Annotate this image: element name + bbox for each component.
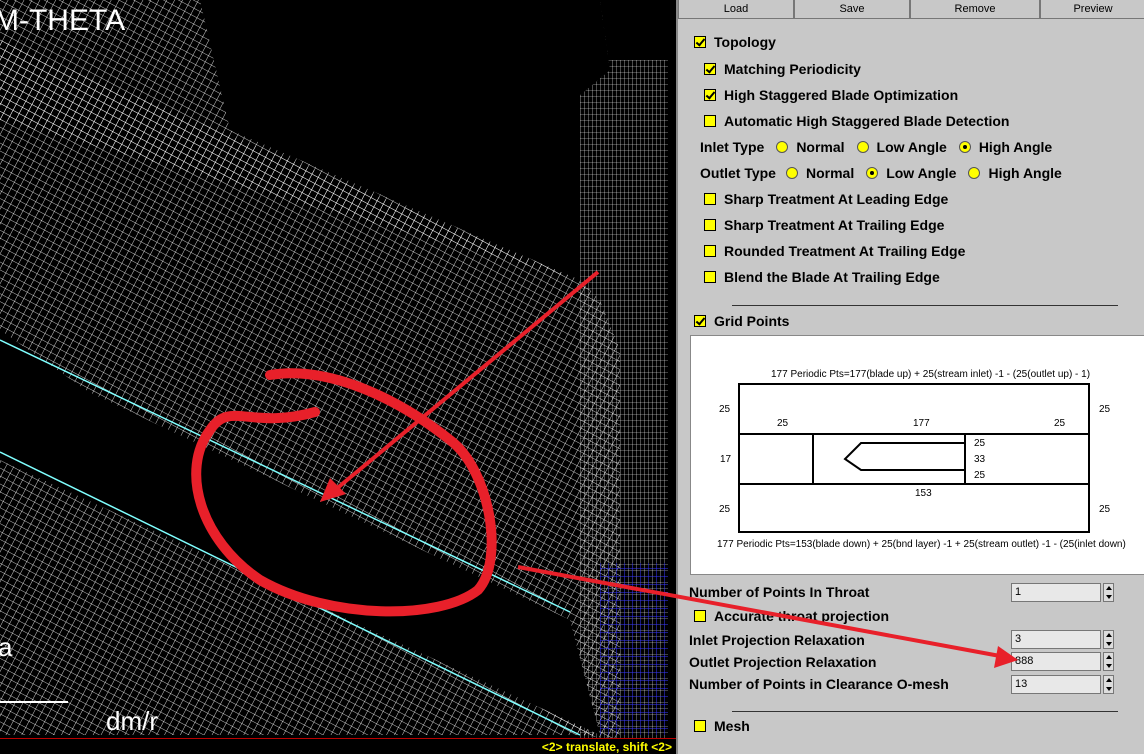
matching-periodicity-label: Matching Periodicity — [724, 61, 861, 77]
diagram-label: 25 — [777, 418, 789, 429]
rounded-te-checkbox[interactable] — [704, 245, 716, 257]
outlet-normal-radio[interactable] — [785, 167, 798, 179]
outlet-low-radio[interactable] — [866, 167, 879, 179]
topology-checkbox-row[interactable]: Topology — [694, 34, 776, 50]
outlet-normal-label: Normal — [805, 165, 855, 181]
mesh-blue-region — [600, 563, 668, 735]
diagram-top-caption: 177 Periodic Pts=177(blade up) + 25(stre… — [771, 369, 1091, 380]
clearance-omesh-input[interactable]: 13 — [1011, 675, 1101, 694]
grid-points-row[interactable]: Grid Points — [694, 313, 789, 329]
inlet-relaxation-input[interactable]: 3 — [1011, 630, 1101, 649]
diagram-label: 177 — [913, 418, 930, 429]
mesh-viewport[interactable]: M-THETA a dm/r — [0, 0, 668, 754]
status-text: <2> translate, shift <2> — [541, 740, 672, 754]
auto-high-staggered-row[interactable]: Automatic High Staggered Blade Detection — [704, 113, 1009, 129]
mesh-canvas[interactable] — [0, 0, 668, 754]
outlet-relaxation-stepper[interactable] — [1103, 652, 1114, 671]
grid-points-checkbox[interactable] — [694, 315, 706, 327]
mesh-settings-panel: Load Save Remove Preview Topology Matchi… — [676, 0, 1144, 754]
inlet-low-label: Low Angle — [876, 139, 947, 155]
diagram-label: 25 — [974, 470, 986, 481]
sharp-le-row[interactable]: Sharp Treatment At Leading Edge — [704, 191, 948, 207]
diagram-label: 25 — [974, 438, 986, 449]
divider — [732, 711, 1118, 712]
auto-high-staggered-checkbox[interactable] — [704, 115, 716, 127]
outlet-high-radio[interactable] — [968, 167, 981, 179]
auto-high-staggered-label: Automatic High Staggered Blade Detection — [724, 113, 1010, 129]
matching-periodicity-row[interactable]: Matching Periodicity — [704, 61, 861, 77]
rounded-te-label: Rounded Treatment At Trailing Edge — [724, 243, 966, 259]
mesh-checkbox[interactable] — [694, 720, 706, 732]
preview-button[interactable]: Preview — [1040, 0, 1144, 19]
outlet-type-label: Outlet Type — [700, 165, 776, 181]
blend-te-checkbox[interactable] — [704, 271, 716, 283]
inlet-high-radio[interactable] — [958, 141, 971, 153]
accurate-throat-label: Accurate throat projection — [714, 608, 890, 624]
rounded-te-row[interactable]: Rounded Treatment At Trailing Edge — [704, 243, 965, 259]
viewport-left-label: a — [0, 632, 13, 662]
diagram-label: 17 — [720, 454, 732, 465]
inlet-relaxation-stepper[interactable] — [1103, 630, 1114, 649]
outlet-relaxation-input[interactable]: 888 — [1011, 652, 1101, 671]
mesh-label: Mesh — [714, 718, 750, 734]
accurate-throat-checkbox[interactable] — [694, 610, 706, 622]
axis-label: dm/r — [106, 706, 158, 736]
blend-te-row[interactable]: Blend the Blade At Trailing Edge — [704, 269, 940, 285]
inlet-type-label: Inlet Type — [700, 139, 765, 155]
save-button[interactable]: Save — [794, 0, 910, 19]
inlet-low-radio[interactable] — [856, 141, 869, 153]
remove-button[interactable]: Remove — [910, 0, 1040, 19]
status-bar: <2> translate, shift <2> — [0, 738, 676, 754]
load-button[interactable]: Load — [678, 0, 794, 19]
sharp-le-checkbox[interactable] — [704, 193, 716, 205]
diagram-label: 25 — [1099, 404, 1111, 415]
sharp-te-row[interactable]: Sharp Treatment At Trailing Edge — [704, 217, 944, 233]
inlet-normal-radio[interactable] — [776, 141, 789, 153]
topology-label: Topology — [714, 34, 776, 50]
sharp-te-label: Sharp Treatment At Trailing Edge — [724, 217, 945, 233]
divider — [732, 305, 1118, 306]
viewport-title: M-THETA — [0, 4, 126, 37]
throat-points-stepper[interactable] — [1103, 583, 1114, 602]
throat-points-label: Number of Points In Throat — [689, 584, 870, 600]
outlet-low-label: Low Angle — [886, 165, 957, 181]
outlet-relaxation-label: Outlet Projection Relaxation — [689, 654, 877, 670]
diagram-label: 25 — [719, 504, 731, 515]
outlet-type-row: Outlet Type Normal Low Angle High Angle — [700, 165, 1062, 181]
sharp-te-checkbox[interactable] — [704, 219, 716, 231]
inlet-high-label: High Angle — [978, 139, 1053, 155]
high-staggered-opt-row[interactable]: High Staggered Blade Optimization — [704, 87, 958, 103]
diagram-bottom-caption: 177 Periodic Pts=153(blade down) + 25(bn… — [717, 539, 1126, 550]
inlet-normal-label: Normal — [796, 139, 845, 155]
blend-te-label: Blend the Blade At Trailing Edge — [724, 269, 940, 285]
high-staggered-opt-label: High Staggered Blade Optimization — [724, 87, 959, 103]
grid-points-label: Grid Points — [714, 313, 790, 329]
clearance-omesh-label: Number of Points in Clearance O-mesh — [689, 676, 949, 692]
diagram-label: 25 — [719, 404, 731, 415]
topology-checkbox[interactable] — [694, 36, 706, 48]
inlet-type-row: Inlet Type Normal Low Angle High Angle — [700, 139, 1052, 155]
grid-topology-diagram: 177 Periodic Pts=177(blade up) + 25(stre… — [690, 335, 1144, 575]
diagram-label: 25 — [1099, 504, 1111, 515]
mesh-row[interactable]: Mesh — [694, 718, 750, 734]
sharp-le-label: Sharp Treatment At Leading Edge — [724, 191, 949, 207]
matching-periodicity-checkbox[interactable] — [704, 63, 716, 75]
diagram-label: 25 — [1054, 418, 1066, 429]
diagram-label: 33 — [974, 454, 986, 465]
inlet-relaxation-label: Inlet Projection Relaxation — [689, 632, 865, 648]
diagram-label: 153 — [915, 488, 932, 499]
clearance-omesh-stepper[interactable] — [1103, 675, 1114, 694]
outlet-high-label: High Angle — [988, 165, 1062, 181]
accurate-throat-row[interactable]: Accurate throat projection — [694, 608, 889, 624]
high-staggered-opt-checkbox[interactable] — [704, 89, 716, 101]
throat-points-input[interactable]: 1 — [1011, 583, 1101, 602]
